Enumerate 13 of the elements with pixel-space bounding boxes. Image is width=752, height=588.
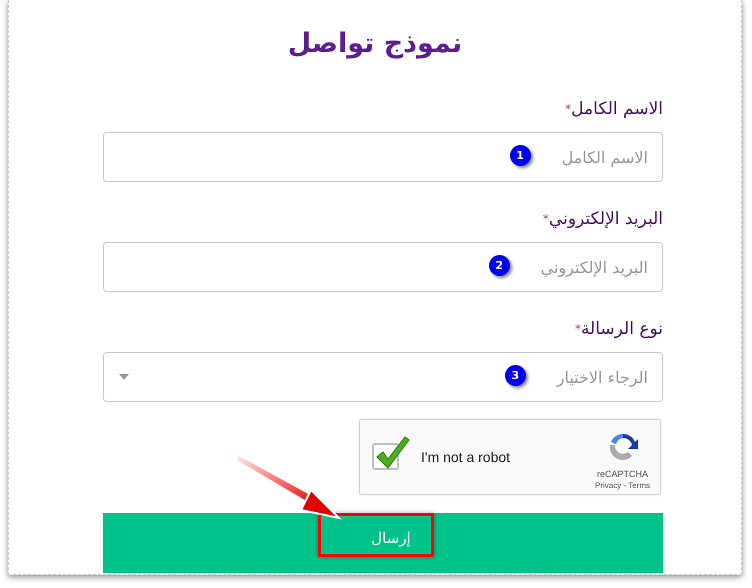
- form-title: نموذج تواصل: [286, 27, 464, 61]
- submit-button[interactable]: إرسال: [103, 513, 663, 573]
- captcha-label: I'm not a robot: [421, 449, 510, 465]
- field-label: الاسم الكامل*: [564, 98, 663, 121]
- field-label: البريد الإلكتروني*: [542, 208, 663, 231]
- checkbox[interactable]: [372, 435, 410, 471]
- required-mark: *: [542, 212, 549, 226]
- captcha-brand: reCAPTCHA: [597, 468, 648, 478]
- caret-icon: [119, 374, 129, 380]
- privacy-terms-link[interactable]: Privacy - Terms: [595, 480, 650, 490]
- field-label: نوع الرسالة*: [574, 318, 663, 341]
- required-mark: *: [565, 102, 572, 116]
- required-mark: *: [574, 322, 581, 336]
